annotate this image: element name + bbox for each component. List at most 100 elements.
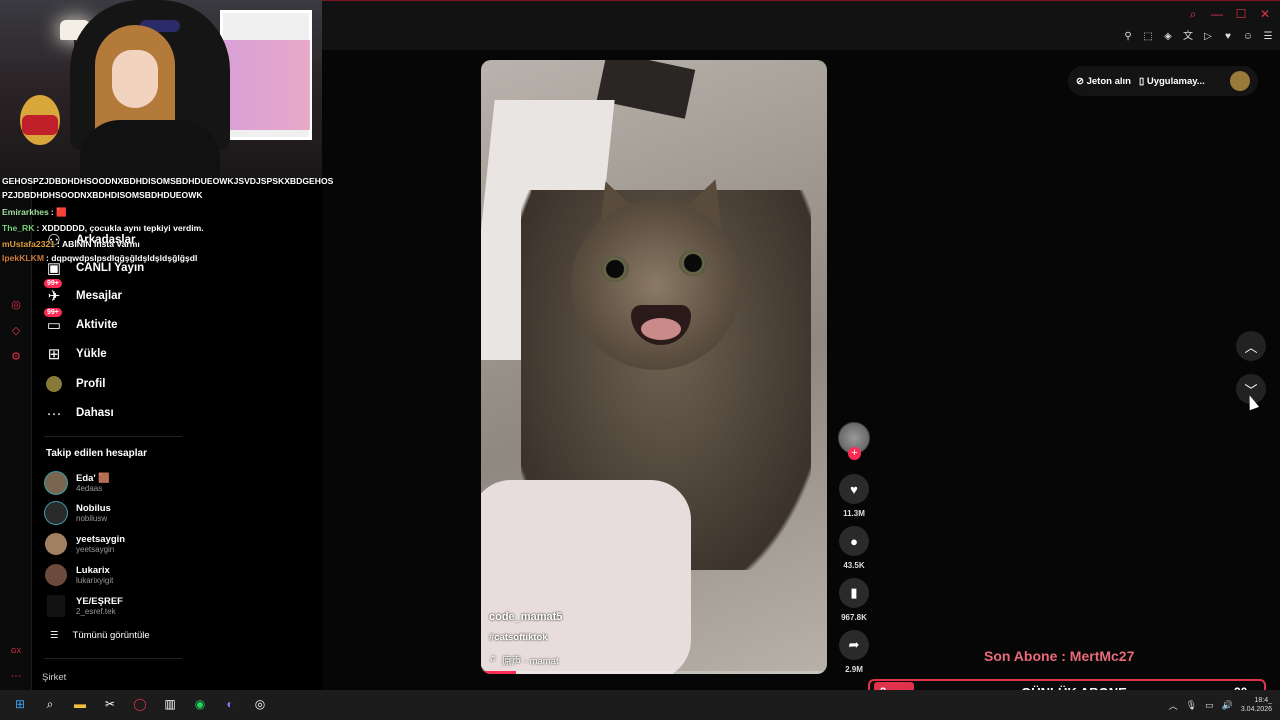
- chat-text: : 🟥: [50, 207, 67, 217]
- following-account[interactable]: Nobilus nobilusw: [44, 500, 111, 526]
- file-explorer-icon[interactable]: ▬: [70, 694, 90, 714]
- account-name: Eda' 🟫: [76, 473, 111, 484]
- header-actions: ⊘ Jeton alın ▯ Uygulamay...: [1068, 66, 1258, 96]
- message-icon: ✈ 99+: [44, 279, 64, 306]
- search-icon[interactable]: ⌕: [1186, 7, 1200, 21]
- view-all-link[interactable]: ☰ Tümünü görüntüle: [50, 630, 150, 641]
- sidebar-item-activity[interactable]: ▭ 99+ Aktivite: [44, 308, 118, 337]
- microphone-icon[interactable]: 🎙: [1186, 700, 1197, 711]
- cat-eye-right: [679, 250, 707, 276]
- follow-plus-icon[interactable]: +: [848, 447, 861, 460]
- spotify-icon[interactable]: ◉: [190, 694, 210, 714]
- tray-chevron-icon[interactable]: ︿: [1169, 699, 1178, 712]
- chat-text: GEHOSPZJDBDHDHSOODNXBDHDISOMSBDHDUEOWKJS…: [2, 176, 334, 186]
- audio-app-icon[interactable]: ▥: [160, 694, 180, 714]
- chat-message: PZJDBDHDHSOODNXBDHDISOMSBDHDUEOWK: [2, 188, 337, 202]
- screen: ⌕ — ☐ ✕ ⚲ ⬚ ◈ 文 ▷ ♥ ☺ ☰ ◎ ◇ ⚙ GX ··· ⚇ A…: [0, 0, 1280, 720]
- get-app-link[interactable]: ▯ Uygulamay...: [1139, 76, 1205, 87]
- discord-icon[interactable]: ◐: [220, 694, 240, 714]
- sidebar-item-label: Aktivite: [76, 319, 118, 331]
- maximize-icon[interactable]: ☐: [1234, 7, 1248, 21]
- following-account[interactable]: yeetsaygin yeetsaygin: [44, 531, 125, 557]
- app-titlebar: ⌕ — ☐ ✕ ⚲ ⬚ ◈ 文 ▷ ♥ ☺ ☰: [322, 0, 1280, 50]
- rail-tiktok-icon[interactable]: ◎: [9, 298, 23, 312]
- chat-user: mUstafa2321: [2, 239, 56, 249]
- opera-gx-icon[interactable]: ◯: [130, 694, 150, 714]
- video-player[interactable]: code_mamat5 #catsoftiktok ♫ 原声 - mamat: [481, 60, 827, 674]
- snipping-tool-icon[interactable]: ✂: [100, 694, 120, 714]
- video-author[interactable]: code_mamat5: [489, 611, 562, 623]
- previous-video-button[interactable]: ︿: [1236, 331, 1266, 361]
- account-name: yeetsaygin: [76, 534, 126, 545]
- coins-link[interactable]: ⊘ Jeton alın: [1076, 76, 1131, 87]
- save-button[interactable]: ▮: [839, 578, 869, 608]
- message-badge: 99+: [44, 279, 62, 288]
- translate-icon[interactable]: 文: [1182, 31, 1194, 43]
- last-subscriber: Son Abone : MertMc27: [984, 648, 1135, 664]
- account-icon[interactable]: ☺: [1242, 31, 1254, 43]
- webcam-overlay: [0, 0, 322, 180]
- like-count: 11.3M: [843, 509, 865, 518]
- avatar: [44, 532, 68, 556]
- share-icon: ➦: [848, 637, 860, 652]
- cat-tongue: [641, 318, 681, 340]
- taskbar-apps: ⊞ ⌕ ▬ ✂ ◯ ▥ ◉ ◐ ◎: [10, 694, 270, 714]
- account-handle: lukarixyigit: [76, 576, 114, 585]
- more-icon: ···: [46, 404, 62, 422]
- rail-more-icon[interactable]: ···: [9, 670, 23, 684]
- system-tray: ︿ 🎙 ▭ 🔊 18:4_ 3.04.2026: [1169, 696, 1272, 714]
- share-button[interactable]: ➦: [839, 630, 869, 660]
- coin-icon: ⊘: [1076, 75, 1084, 87]
- sidebar-item-upload[interactable]: ⊞ Yükle: [44, 342, 107, 366]
- following-account[interactable]: Lukarix lukarixyigit: [44, 562, 113, 588]
- following-account[interactable]: YE/EŞREF 2_esref.tek: [44, 593, 123, 619]
- clock-date: 3.04.2026: [1240, 706, 1272, 713]
- chat-text: : ABİNİN İnsta Varmı: [57, 239, 140, 249]
- like-button[interactable]: ♥: [839, 474, 869, 504]
- play-icon[interactable]: ▷: [1202, 31, 1214, 43]
- chat-text: PZJDBDHDHSOODNXBDHDISOMSBDHDUEOWK: [2, 190, 203, 200]
- comment-count: 43.5K: [843, 561, 865, 570]
- teddy-bear-shirt: [22, 115, 58, 135]
- sidebar-item-more[interactable]: ··· Dahası: [44, 401, 114, 425]
- video-hashtag[interactable]: #catsoftiktok: [489, 632, 548, 643]
- comment-button[interactable]: ●: [839, 526, 869, 556]
- volume-icon[interactable]: 🔊: [1222, 700, 1233, 711]
- user-avatar[interactable]: [1230, 71, 1250, 91]
- screenshot-icon[interactable]: ⬚: [1142, 31, 1154, 43]
- upload-icon: ⊞: [47, 346, 61, 363]
- avatar: [44, 563, 68, 587]
- avatar: [44, 501, 68, 525]
- pin-icon[interactable]: ⚲: [1122, 31, 1134, 43]
- clock[interactable]: 18:4_ 3.04.2026: [1241, 696, 1272, 714]
- view-all-label: Tümünü görüntüle: [72, 630, 150, 641]
- windows-start-icon[interactable]: ⊞: [10, 694, 30, 714]
- music-note-icon: ♫: [489, 653, 497, 664]
- rail-gx-icon[interactable]: GX: [9, 648, 23, 662]
- menu-icon[interactable]: ☰: [1262, 31, 1274, 43]
- following-account[interactable]: Eda' 🟫 4edaas: [44, 470, 110, 496]
- rail-settings-icon[interactable]: ⚙: [9, 350, 23, 364]
- app-label: Uygulamay...: [1146, 75, 1205, 87]
- shield-icon[interactable]: ◈: [1162, 31, 1174, 43]
- close-icon[interactable]: ✕: [1258, 7, 1272, 21]
- sidebar-item-messages[interactable]: ✈ 99+ Mesajlar: [44, 279, 122, 308]
- account-name: Nobilus: [76, 503, 111, 514]
- sidebar-item-profile[interactable]: Profil: [44, 372, 105, 396]
- streamer-body: [80, 120, 220, 180]
- heart-icon[interactable]: ♥: [1222, 31, 1234, 43]
- video-music[interactable]: ♫ 原声 - mamat: [489, 653, 559, 667]
- video-progress[interactable]: [481, 671, 827, 674]
- rail-live-icon[interactable]: ◇: [9, 324, 23, 338]
- search-icon[interactable]: ⌕: [40, 694, 60, 714]
- activity-icon: ▭ 99+: [44, 308, 64, 335]
- minimize-icon[interactable]: —: [1210, 7, 1224, 21]
- divider: [44, 436, 182, 437]
- account-name: Lukarix: [76, 565, 110, 576]
- company-link[interactable]: Şirket: [42, 672, 66, 683]
- obs-icon[interactable]: ◎: [250, 694, 270, 714]
- bookmark-icon: ▮: [850, 585, 858, 600]
- network-icon[interactable]: ▭: [1205, 700, 1214, 711]
- chat-message: Emirarkhes: 🟥: [2, 205, 337, 219]
- activity-badge: 99+: [44, 308, 62, 317]
